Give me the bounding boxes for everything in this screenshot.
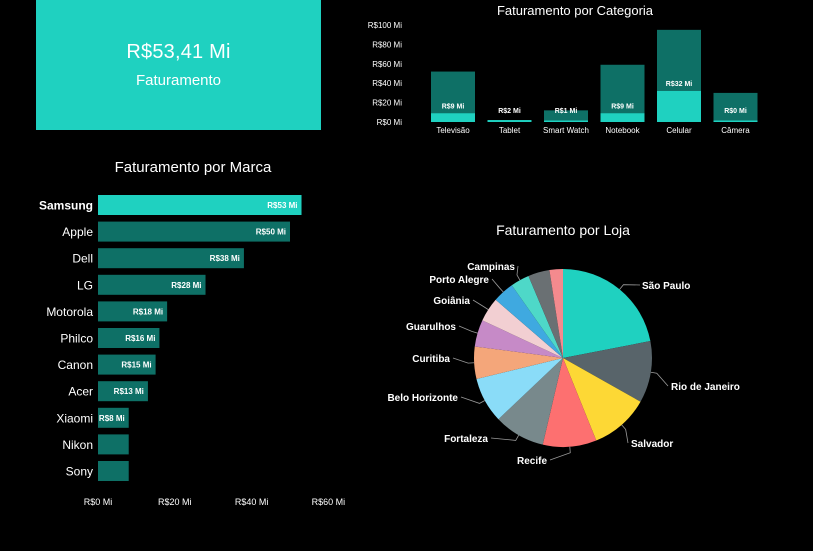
category-x-label: Notebook	[605, 126, 640, 135]
brand-bar[interactable]	[98, 434, 129, 455]
category-data-label: R$9 Mi	[611, 103, 634, 110]
pie-label: Fortaleza	[444, 434, 488, 445]
brand-data-label: R$8 Mi	[99, 414, 125, 423]
brand-data-label: R$28 Mi	[171, 281, 201, 290]
category-x-label: Tablet	[499, 126, 521, 135]
brand-data-label: R$50 Mi	[256, 228, 286, 237]
pie-leader-line	[650, 371, 669, 387]
category-bar[interactable]	[431, 113, 475, 122]
category-y-tick: R$100 Mi	[368, 21, 402, 30]
brand-x-tick: R$20 Mi	[158, 497, 192, 507]
category-y-tick: R$0 Mi	[377, 118, 403, 127]
pie-leader-line	[452, 357, 475, 364]
category-bar[interactable]	[657, 90, 701, 122]
pie-label: Porto Alegre	[429, 275, 489, 286]
brand-data-label: R$38 Mi	[210, 254, 240, 263]
category-y-tick: R$80 Mi	[372, 40, 402, 49]
category-chart-title: Faturamento por Categoria	[497, 3, 654, 18]
pie-leader-line	[458, 325, 478, 334]
pie-leader-line	[460, 396, 486, 404]
brand-label: Apple	[62, 225, 93, 239]
brand-label: Xiaomi	[56, 411, 93, 425]
pie-leader-line	[516, 265, 521, 281]
category-bar[interactable]	[713, 120, 758, 123]
category-data-label: R$0 Mi	[724, 108, 747, 115]
category-y-tick: R$60 Mi	[372, 60, 402, 69]
pie-label: Salvador	[631, 439, 673, 450]
category-x-label: Celular	[666, 126, 692, 135]
brand-label: Sony	[66, 465, 93, 479]
brand-chart: Faturamento por Marca Samsung R$53 Mi Appl…	[39, 159, 345, 507]
brand-label: LG	[77, 278, 93, 292]
brand-chart-title: Faturamento por Marca	[115, 159, 272, 176]
pie-leader-line	[549, 446, 571, 461]
brand-x-tick: R$0 Mi	[84, 497, 113, 507]
pie-leader-line	[491, 278, 504, 293]
pie-label: Curitiba	[412, 354, 450, 365]
category-data-label: R$32 Mi	[666, 81, 693, 88]
brand-data-label: R$16 Mi	[125, 334, 155, 343]
pie-label: Goiânia	[433, 296, 470, 307]
category-data-label: R$2 Mi	[498, 108, 521, 115]
store-chart: Faturamento por Loja São Paulo Rio de Jan…	[387, 222, 739, 467]
pie-label: Rio de Janeiro	[671, 382, 740, 393]
pie-label: Belo Horizonte	[387, 393, 458, 404]
category-bar[interactable]	[487, 120, 532, 122]
pie-label: Campinas	[467, 262, 515, 273]
brand-x-tick: R$60 Mi	[312, 497, 346, 507]
brand-data-label: R$15 Mi	[121, 361, 151, 370]
brand-label: Dell	[72, 252, 93, 266]
category-chart: Faturamento por Categoria R$0 Mi R$20 Mi R…	[368, 3, 758, 135]
pie-label: São Paulo	[642, 281, 690, 292]
brand-label: Nikon	[62, 438, 93, 452]
pie-leader-line	[619, 284, 641, 290]
brand-data-label: R$53 Mi	[267, 201, 297, 210]
store-chart-title: Faturamento por Loja	[496, 222, 630, 238]
brand-data-label: R$13 Mi	[114, 387, 144, 396]
category-x-label: Câmera	[721, 126, 750, 135]
pie-leader-line	[621, 424, 629, 444]
brand-label: Canon	[58, 358, 93, 372]
category-bar[interactable]	[600, 113, 645, 122]
brand-x-tick: R$40 Mi	[235, 497, 269, 507]
category-data-label: R$9 Mi	[442, 103, 465, 110]
category-bar[interactable]	[544, 120, 588, 123]
pie-label: Recife	[517, 456, 547, 467]
pie-label: Guarulhos	[406, 322, 456, 333]
category-y-tick: R$20 Mi	[372, 99, 402, 108]
brand-bar[interactable]	[98, 461, 129, 481]
brand-label: Philco	[60, 332, 93, 346]
brand-label: Samsung	[39, 199, 93, 213]
pie-leader-line	[472, 299, 489, 310]
category-y-tick: R$40 Mi	[372, 79, 402, 88]
brand-label: Motorola	[46, 305, 93, 319]
brand-data-label: R$18 Mi	[133, 307, 163, 316]
category-x-label: Smart Watch	[543, 126, 589, 135]
brand-label: Acer	[68, 385, 93, 399]
pie-leader-line	[490, 434, 520, 441]
category-x-label: Televisão	[436, 126, 470, 135]
category-data-label: R$1 Mi	[555, 108, 578, 115]
charts-canvas: Faturamento por Categoria R$0 Mi R$20 Mi R…	[39, 3, 758, 507]
